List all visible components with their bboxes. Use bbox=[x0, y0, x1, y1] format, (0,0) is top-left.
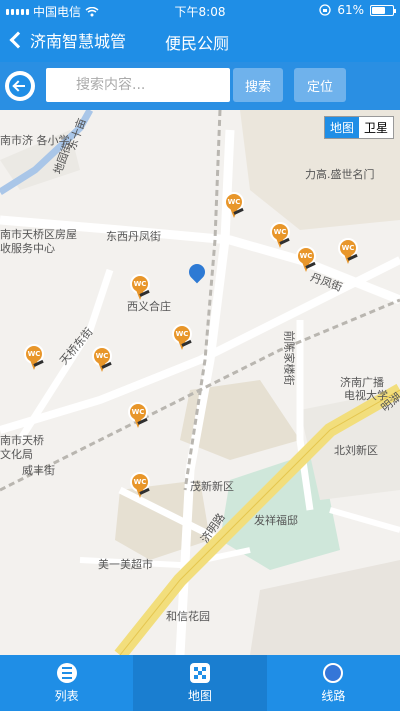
toilet-marker[interactable]: WC bbox=[172, 324, 192, 350]
map-label-xiyi: 西义合庄 bbox=[127, 300, 171, 313]
toilet-marker[interactable]: WC bbox=[338, 238, 358, 264]
tab-map-label: 地图 bbox=[187, 689, 212, 703]
back-button[interactable]: 济南智慧城管 bbox=[8, 28, 126, 52]
lock-rotation-icon bbox=[319, 4, 331, 16]
map-type-map-button[interactable]: 地图 bbox=[324, 117, 359, 138]
map-label-lixia: 力高.盛世名门 bbox=[305, 168, 375, 181]
toilet-marker[interactable]: WC bbox=[296, 246, 316, 272]
toilet-marker[interactable]: WC bbox=[24, 344, 44, 370]
arrow-left-icon bbox=[9, 75, 31, 97]
map-label-tianqiao-house2: 收服务中心 bbox=[0, 242, 55, 255]
search-back-button[interactable] bbox=[5, 71, 35, 101]
search-bar: 搜索 定位 bbox=[0, 62, 400, 110]
map-type-toggle[interactable]: 地图 卫星 bbox=[323, 116, 394, 139]
tab-list-label: 列表 bbox=[54, 689, 79, 703]
current-location-marker[interactable] bbox=[185, 260, 209, 284]
toilet-marker[interactable]: WC bbox=[130, 274, 150, 300]
battery-icon bbox=[370, 4, 396, 16]
map-label-fuxiang: 发祥福邸 bbox=[254, 514, 298, 527]
map-label-dongxi-st: 东西丹凤街 bbox=[106, 230, 161, 243]
tab-list[interactable]: 列表 bbox=[0, 655, 133, 711]
map-label-hexin: 和信花园 bbox=[166, 610, 210, 623]
map-label-meiyimei: 美一美超市 bbox=[98, 558, 153, 571]
map-view[interactable]: 地图 卫星 南市济 各小学 东十亩 地园街 力高.盛世名门 南市天桥区房屋 收服… bbox=[0, 110, 400, 655]
tab-map[interactable]: 地图 bbox=[133, 655, 267, 711]
route-icon bbox=[323, 663, 344, 683]
map-type-satellite-button[interactable]: 卫星 bbox=[359, 117, 393, 138]
list-icon bbox=[56, 663, 77, 683]
map-label-weifeng: 威丰街 bbox=[22, 464, 55, 477]
map-label-beiliu: 北刘新区 bbox=[334, 444, 378, 457]
nav-bar: 济南智慧城管 便民公厕 bbox=[0, 20, 400, 62]
battery-label: 61% bbox=[337, 3, 364, 17]
map-label-tianqiao-culture2: 文化局 bbox=[0, 448, 33, 461]
grid-icon bbox=[189, 663, 210, 683]
bottom-tab-bar: 列表 地图 线路 bbox=[0, 655, 400, 711]
tab-route-label: 线路 bbox=[321, 689, 346, 703]
status-right: 61% bbox=[319, 3, 396, 17]
search-input[interactable] bbox=[46, 68, 230, 102]
chevron-left-icon bbox=[9, 31, 27, 49]
locate-button[interactable]: 定位 bbox=[294, 68, 346, 102]
map-label-maoxin: 茂新新区 bbox=[190, 480, 234, 493]
back-label: 济南智慧城管 bbox=[30, 32, 127, 51]
status-bar: 中国电信 下午8:08 61% bbox=[0, 0, 400, 20]
toilet-marker[interactable]: WC bbox=[130, 472, 150, 498]
page-title: 便民公厕 bbox=[165, 34, 230, 53]
tab-route[interactable]: 线路 bbox=[267, 655, 400, 711]
search-button[interactable]: 搜索 bbox=[233, 68, 283, 102]
toilet-marker[interactable]: WC bbox=[270, 222, 290, 248]
map-label-qianchen: 前陈家楼街 bbox=[282, 330, 296, 386]
toilet-marker[interactable]: WC bbox=[128, 402, 148, 428]
toilet-marker[interactable]: WC bbox=[224, 192, 244, 218]
toilet-marker[interactable]: WC bbox=[92, 346, 112, 372]
